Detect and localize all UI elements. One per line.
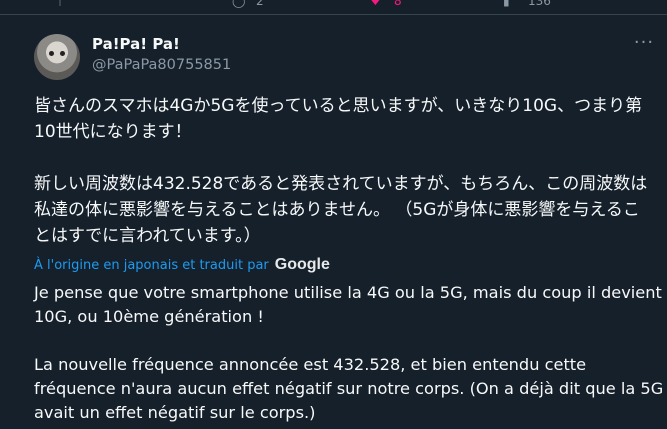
avatar-eye — [49, 51, 54, 56]
translation-attribution: À l'origine en japonais et traduit par G… — [34, 256, 330, 274]
tweet-original-text: 皆さんのスマホは4Gか5Gを使っていると思いますが、いきなり10G、つまり第10… — [34, 96, 648, 246]
like-icon[interactable]: ♥ — [370, 0, 381, 8]
translation-note: À l'origine en japonais et traduit par — [34, 257, 269, 273]
display-name[interactable]: Pa!Pa! Pa! — [92, 35, 180, 53]
avatar-eye — [60, 51, 65, 56]
views-count: 136 — [528, 0, 551, 8]
thread-connector-line — [59, 0, 61, 6]
tweet-divider — [0, 14, 667, 15]
avatar[interactable] — [34, 34, 80, 80]
more-options-icon[interactable]: ··· — [632, 34, 656, 56]
views-icon[interactable]: ▮ — [503, 0, 510, 8]
like-count: 8 — [394, 0, 402, 8]
user-handle[interactable]: @PaPaPa80755851 — [92, 57, 231, 73]
tweet-translated-text: Je pense que votre smartphone utilise la… — [34, 283, 664, 422]
google-logo: Google — [274, 256, 330, 273]
previous-tweet-actions: ◯ 2 ♥ 8 ▮ 136 — [0, 0, 667, 14]
reply-icon[interactable]: ◯ — [232, 0, 245, 8]
reply-count: 2 — [256, 0, 264, 8]
